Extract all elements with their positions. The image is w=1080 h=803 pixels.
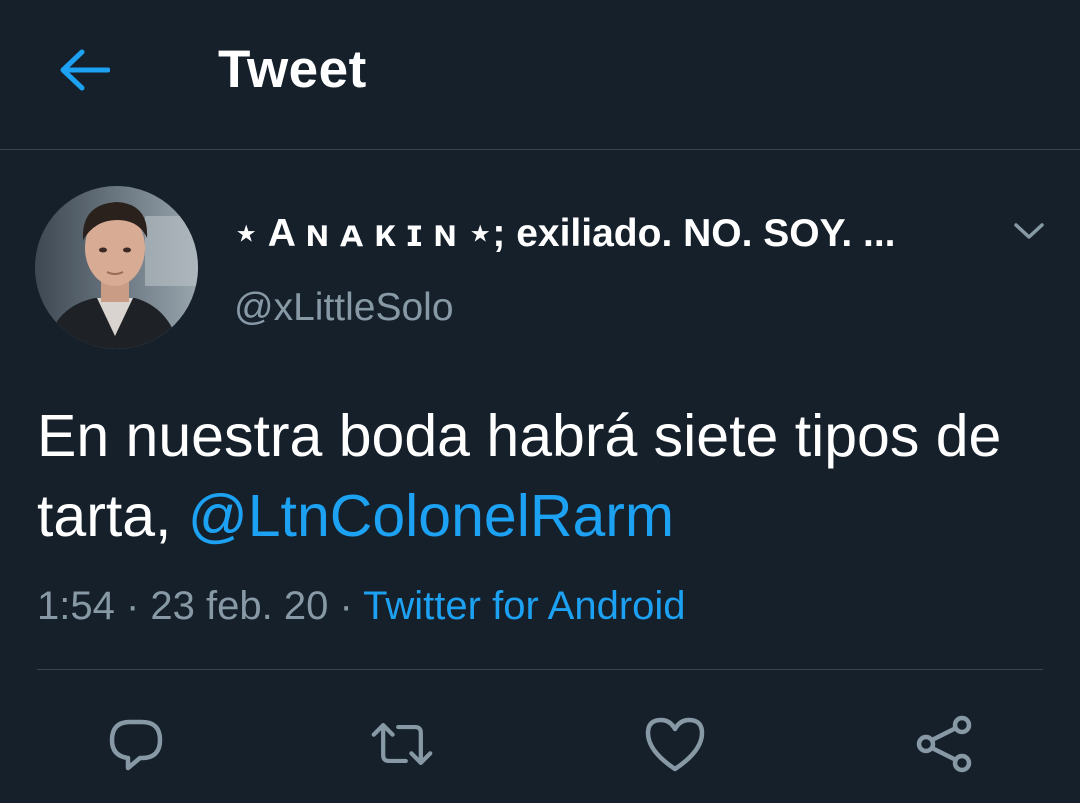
like-button[interactable] — [643, 712, 707, 776]
page-title: Tweet — [218, 40, 367, 99]
reply-button[interactable] — [104, 712, 168, 776]
heart-icon — [645, 717, 705, 772]
share-button[interactable] — [913, 712, 977, 776]
tweet-detail-screen: Tweet ⋆ A ɴ ᴀ ᴋ ɪ ɴ ⋆; exiliado. NO. SOY… — [0, 0, 1080, 803]
avatar-photo — [35, 186, 198, 349]
tweet-time: 1:54 — [37, 584, 115, 628]
retweet-icon — [371, 723, 433, 765]
meta-separator: · — [328, 584, 364, 628]
share-icon — [916, 715, 972, 773]
tweet-text: En nuestra boda habrá siete tipos de tar… — [37, 396, 1047, 556]
tweet-mention-link[interactable]: @LtnColonelRarm — [188, 483, 674, 549]
author-display-name[interactable]: ⋆ A ɴ ᴀ ᴋ ɪ ɴ ⋆; exiliado. NO. SOY. ... — [234, 208, 974, 260]
tweet-source-link[interactable]: Twitter for Android — [363, 584, 685, 628]
back-button[interactable] — [50, 38, 118, 102]
reply-icon — [109, 719, 163, 771]
tweet-date: 23 feb. 20 — [150, 584, 329, 628]
author-avatar[interactable] — [35, 186, 198, 349]
tweet-options-button[interactable] — [1004, 208, 1054, 254]
arrow-left-icon — [60, 49, 110, 91]
top-app-bar: Tweet — [0, 0, 1080, 150]
chevron-down-icon — [1014, 223, 1044, 239]
tweet-meta: 1:54 · 23 feb. 20 · Twitter for Android — [37, 580, 686, 632]
divider — [37, 669, 1043, 670]
author-handle[interactable]: @xLittleSolo — [234, 282, 454, 334]
meta-separator: · — [114, 584, 151, 628]
retweet-button[interactable] — [370, 712, 434, 776]
